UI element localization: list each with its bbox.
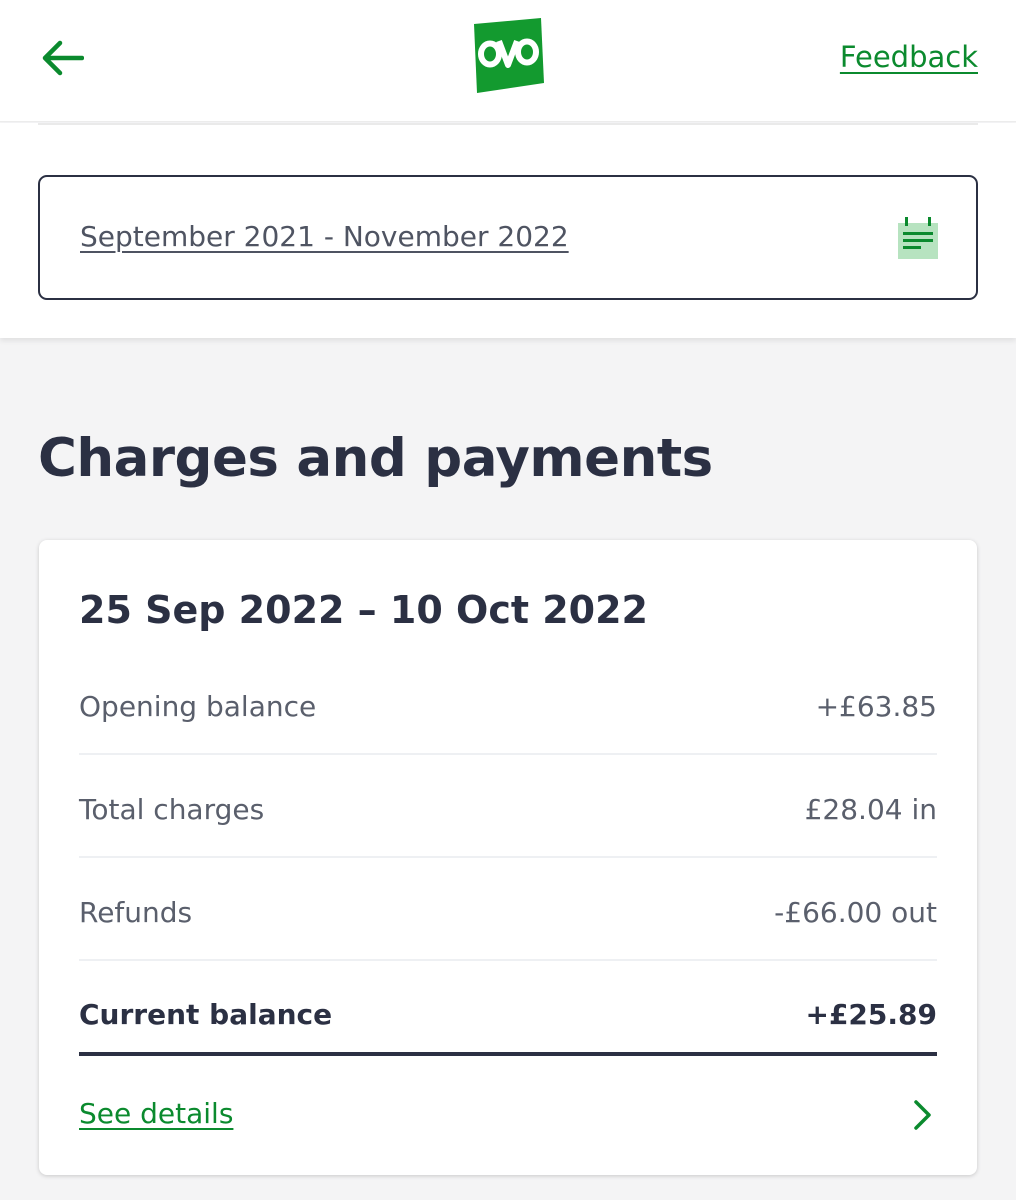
current-balance-row: Current balance +£25.89 [79, 960, 937, 1056]
refunds-row: Refunds -£66.00 out [79, 858, 937, 961]
chevron-right-icon[interactable] [911, 1098, 935, 1132]
row-value: +£25.89 [805, 998, 937, 1031]
back-button[interactable] [36, 32, 88, 84]
row-value: -£66.00 out [774, 896, 937, 929]
total-charges-row: Total charges £28.04 in [79, 755, 937, 858]
row-label: Opening balance [79, 690, 317, 723]
divider [38, 123, 978, 125]
statement-period: 25 Sep 2022 – 10 Oct 2022 [79, 588, 648, 632]
arrow-left-icon [42, 40, 84, 76]
row-label: Refunds [79, 896, 193, 929]
date-range-picker[interactable]: September 2021 - November 2022 [38, 175, 978, 300]
ovo-logo [474, 18, 544, 93]
date-filter-section: September 2021 - November 2022 [0, 123, 1016, 338]
row-label: Current balance [79, 998, 333, 1031]
feedback-link[interactable]: Feedback [840, 40, 978, 74]
page-title: Charges and payments [38, 428, 713, 489]
date-range-value[interactable]: September 2021 - November 2022 [80, 220, 569, 253]
app-header: Feedback [0, 0, 1016, 122]
statement-card: 25 Sep 2022 – 10 Oct 2022 Opening balanc… [39, 540, 977, 1175]
see-details-link[interactable]: See details [79, 1097, 233, 1130]
row-label: Total charges [79, 793, 265, 826]
calendar-icon[interactable] [896, 215, 940, 261]
row-value: £28.04 in [804, 793, 937, 826]
row-value: +£63.85 [815, 690, 937, 723]
opening-balance-row: Opening balance +£63.85 [79, 652, 937, 755]
